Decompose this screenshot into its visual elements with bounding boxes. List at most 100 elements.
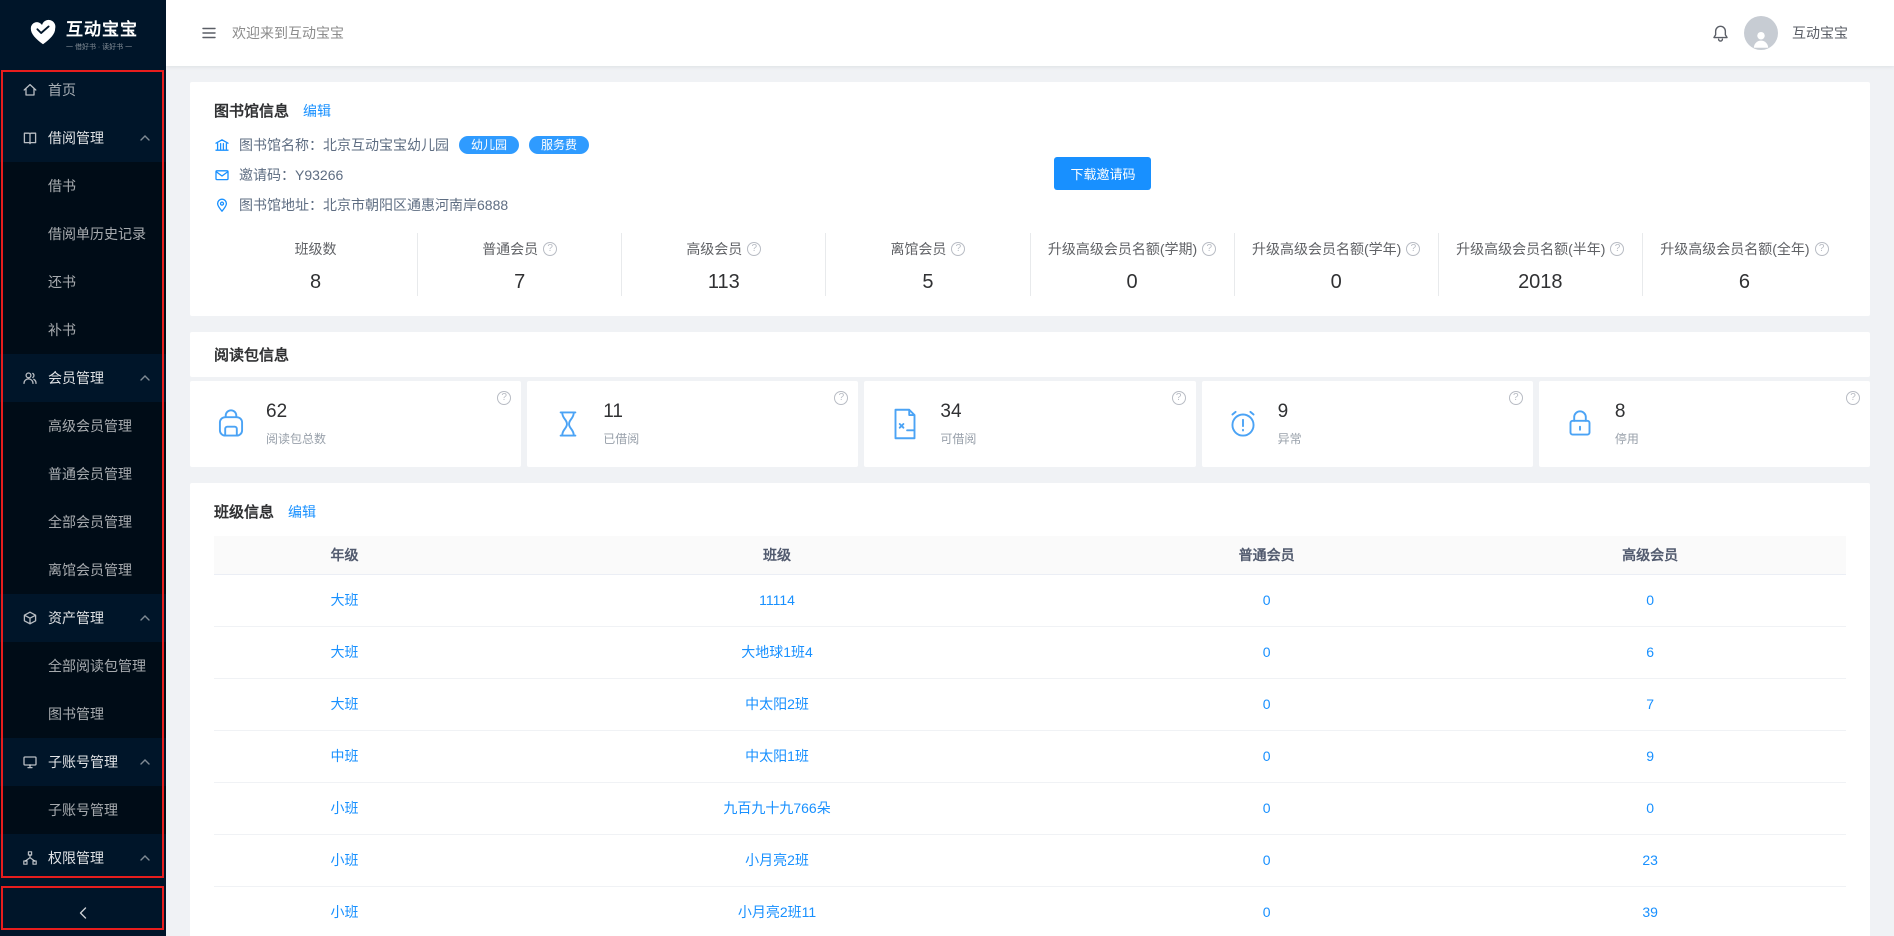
help-icon[interactable]	[747, 242, 762, 256]
sidebar-item-label: 借阅单历史记录	[48, 226, 146, 242]
reading-stat-label: 停用	[1614, 432, 1639, 446]
cell-regular[interactable]: 0	[1078, 626, 1455, 679]
cell-grade[interactable]: 大班	[214, 626, 476, 679]
cell-class[interactable]: 九百九十九766朵	[475, 782, 1079, 835]
bell-icon[interactable]	[1711, 24, 1730, 43]
sidebar-item-book-management[interactable]: 图书管理	[0, 690, 166, 738]
sidebar-item-reading-packages[interactable]: 全部阅读包管理	[0, 642, 166, 690]
cell-class[interactable]: 11114	[475, 574, 1079, 627]
reading-stat-label: 异常	[1277, 432, 1302, 446]
cell-premium[interactable]: 23	[1454, 834, 1846, 887]
help-icon[interactable]	[1610, 242, 1625, 256]
help-icon[interactable]	[1846, 391, 1861, 405]
cell-grade[interactable]: 大班	[214, 678, 476, 731]
sidebar-item-departed-members[interactable]: 离馆会员管理	[0, 546, 166, 594]
content-column: 欢迎来到互动宝宝 互动宝宝 图书馆信息 编辑 图书馆名称：北京互动宝宝幼儿园 幼…	[166, 0, 1894, 936]
cell-regular[interactable]: 0	[1078, 886, 1455, 936]
cell-premium[interactable]: 7	[1454, 678, 1846, 731]
help-icon[interactable]	[1171, 391, 1186, 405]
avatar[interactable]	[1744, 16, 1778, 50]
cell-class[interactable]: 小月亮2班11	[475, 886, 1079, 936]
backpack-icon	[212, 405, 250, 443]
monitor-icon	[22, 754, 38, 770]
sidebar-item-label: 子账号管理	[48, 802, 118, 818]
cell-class[interactable]: 中太阳1班	[475, 730, 1079, 783]
help-icon[interactable]	[1202, 242, 1217, 256]
stat-label: 升级高级会员名额(学年)	[1252, 241, 1402, 257]
cell-class[interactable]: 中太阳2班	[475, 678, 1079, 731]
sidebar-item-premium-members[interactable]: 高级会员管理	[0, 402, 166, 450]
cell-premium[interactable]: 0	[1454, 782, 1846, 835]
table-row: 中班 中太阳1班 0 9	[214, 730, 1846, 783]
library-info-card: 图书馆信息 编辑 图书馆名称：北京互动宝宝幼儿园 幼儿园 服务费 邀请码：Y93…	[190, 82, 1870, 316]
sidebar-group-borrow[interactable]: 借阅管理	[0, 114, 166, 162]
sidebar-item-replenish-book[interactable]: 补书	[0, 306, 166, 354]
cell-grade[interactable]: 小班	[214, 782, 476, 835]
top-header: 欢迎来到互动宝宝 互动宝宝	[166, 0, 1894, 66]
cell-grade[interactable]: 大班	[214, 574, 476, 627]
stat-value: 0	[1330, 271, 1342, 293]
stat-upgrade-quota-fullyear: 升级高级会员名额(全年) 6	[1641, 233, 1846, 296]
sidebar-item-label: 图书管理	[48, 706, 104, 722]
col-premium-members: 高级会员	[1454, 536, 1846, 575]
help-icon[interactable]	[1508, 391, 1523, 405]
cell-premium[interactable]: 6	[1454, 626, 1846, 679]
sidebar-item-regular-members[interactable]: 普通会员管理	[0, 450, 166, 498]
sidebar-group-assets[interactable]: 资产管理	[0, 594, 166, 642]
library-edit-link[interactable]: 编辑	[303, 101, 331, 121]
brand-tagline: 一 借好书 · 读好书 一	[66, 43, 133, 51]
help-icon[interactable]	[1406, 242, 1421, 256]
help-icon[interactable]	[951, 242, 966, 256]
cell-premium[interactable]: 39	[1454, 886, 1846, 936]
reading-stat-label: 可借阅	[940, 432, 977, 446]
cell-grade[interactable]: 中班	[214, 730, 476, 783]
sidebar-group-subaccounts[interactable]: 子账号管理	[0, 738, 166, 786]
cell-class[interactable]: 大地球1班4	[475, 626, 1079, 679]
user-name[interactable]: 互动宝宝	[1792, 23, 1848, 43]
sidebar-item-return-book[interactable]: 还书	[0, 258, 166, 306]
download-invite-code-button[interactable]: 下载邀请码	[1054, 157, 1152, 190]
table-row: 大班 中太阳2班 0 7	[214, 678, 1846, 731]
help-icon[interactable]	[1814, 242, 1829, 256]
app-window: 互动宝宝 一 借好书 · 读好书 一 首页 借阅管理 借书 借阅单历史记录 还书…	[0, 0, 1894, 936]
sidebar-group-permissions[interactable]: 权限管理	[0, 834, 166, 882]
cell-regular[interactable]: 0	[1078, 678, 1455, 731]
stat-label: 升级高级会员名额(半年)	[1456, 241, 1606, 257]
cell-regular[interactable]: 0	[1078, 834, 1455, 887]
menu-list-icon[interactable]	[200, 24, 218, 42]
help-icon[interactable]	[543, 242, 558, 256]
cell-regular[interactable]: 0	[1078, 574, 1455, 627]
sidebar-item-borrow-book[interactable]: 借书	[0, 162, 166, 210]
sidebar-item-borrow-history[interactable]: 借阅单历史记录	[0, 210, 166, 258]
sidebar-group-members[interactable]: 会员管理	[0, 354, 166, 402]
cell-premium[interactable]: 9	[1454, 730, 1846, 783]
reading-stat-value: 11	[603, 401, 623, 422]
sidebar-item-label: 全部会员管理	[48, 514, 132, 530]
cell-grade[interactable]: 小班	[214, 886, 476, 936]
class-edit-link[interactable]: 编辑	[288, 502, 316, 522]
help-icon[interactable]	[497, 391, 512, 405]
class-card-title: 班级信息	[214, 504, 275, 521]
cell-class[interactable]: 小月亮2班	[475, 834, 1079, 887]
reading-package-header: 阅读包信息	[190, 332, 1870, 377]
chevron-up-icon	[140, 135, 150, 141]
sidebar-item-subaccount-management[interactable]: 子账号管理	[0, 786, 166, 834]
stat-value: 2018	[1518, 271, 1563, 293]
sidebar-item-home[interactable]: 首页	[0, 66, 166, 114]
sidebar-item-all-members[interactable]: 全部会员管理	[0, 498, 166, 546]
chevron-up-icon	[140, 759, 150, 765]
cell-regular[interactable]: 0	[1078, 730, 1455, 783]
col-class: 班级	[475, 536, 1079, 575]
cell-premium[interactable]: 0	[1454, 574, 1846, 627]
collapse-sidebar-button[interactable]	[0, 896, 166, 930]
cell-regular[interactable]: 0	[1078, 782, 1455, 835]
library-stats-row: 班级数 8 普通会员 7 高级会员 113 离馆会员 5	[214, 233, 1846, 296]
stat-value: 8	[310, 271, 322, 293]
cell-grade[interactable]: 小班	[214, 834, 476, 887]
help-icon[interactable]	[834, 391, 849, 405]
table-row: 大班 大地球1班4 0 6	[214, 626, 1846, 679]
reading-stat-value: 34	[940, 401, 962, 422]
main-content: 图书馆信息 编辑 图书馆名称：北京互动宝宝幼儿园 幼儿园 服务费 邀请码：Y93…	[166, 66, 1894, 936]
class-table: 年级 班级 普通会员 高级会员 大班 11114 0 0 大班 大地球1班4 0…	[214, 536, 1846, 936]
service-fee-badge: 服务费	[529, 136, 590, 154]
